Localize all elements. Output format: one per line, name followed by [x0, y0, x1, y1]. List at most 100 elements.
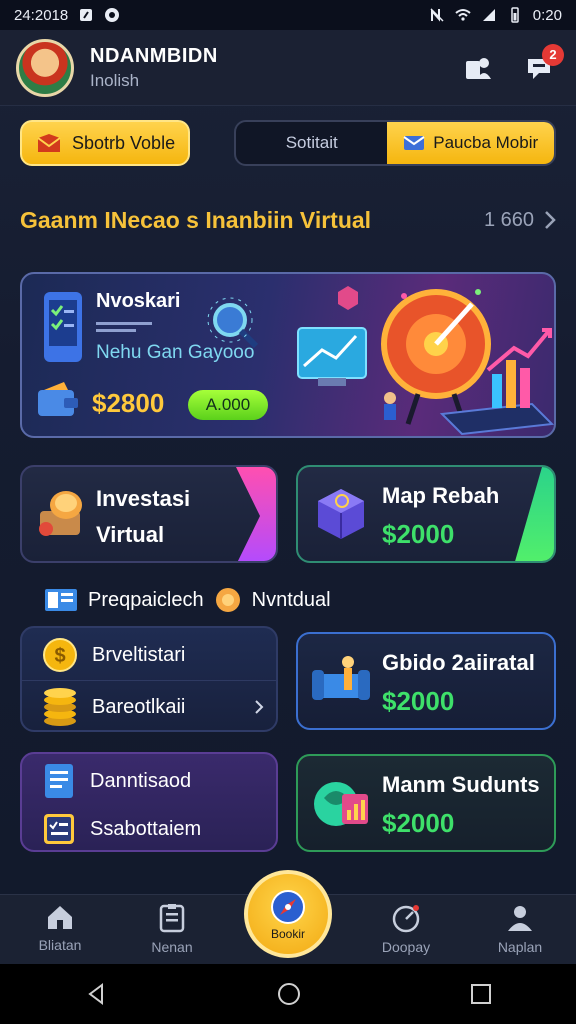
investasi-virtual-card[interactable]: Investasi Virtual — [20, 465, 278, 563]
status-time: 24:2018 — [14, 6, 69, 24]
text-lines-decoration — [96, 322, 152, 332]
nav-center-button[interactable]: Bookir — [244, 870, 332, 958]
students-card[interactable]: Manm Sudunts $2000 — [296, 754, 556, 852]
compass-icon — [271, 890, 305, 924]
user-subtitle: Inolish — [90, 70, 140, 90]
hero-banner[interactable]: Nvoskari Nehu Gan Gayooo $2800 A.000 — [20, 272, 556, 438]
sub-section-header: Preqpaiclech Nvntdual — [44, 584, 331, 616]
gauge-icon — [392, 905, 420, 933]
coin-stack-icon — [44, 688, 76, 726]
user-name: NDANMBIDN — [90, 44, 218, 67]
list-item[interactable]: Bareotlkaii — [22, 682, 276, 732]
back-icon[interactable] — [84, 982, 108, 1006]
status-clock: 0:20 — [532, 6, 562, 24]
section-header: Gaanm INecao s Inanbiin Virtual 1 660 — [20, 200, 556, 240]
profile-card-icon — [466, 57, 491, 79]
recents-icon[interactable] — [470, 983, 492, 1005]
battery-icon — [511, 7, 519, 23]
list-item-label: Danntisaod — [90, 769, 192, 792]
system-navigation-bar — [0, 964, 576, 1024]
primary-action-button[interactable]: Sbotrb Voble — [20, 120, 190, 166]
svg-text:$: $ — [54, 645, 65, 667]
card-title: Investasi Virtual — [96, 481, 190, 553]
card-title-line: Virtual — [96, 522, 165, 547]
hero-amount: $2800 — [92, 388, 165, 418]
card-accent — [514, 467, 554, 561]
wifi-icon — [455, 9, 471, 21]
user-icon — [508, 906, 532, 931]
chevron-right-icon — [255, 700, 264, 714]
app-header: NDANMBIDN Inolish 2 — [0, 30, 576, 106]
card-amount: $2000 — [382, 519, 455, 549]
list-item[interactable]: Danntisaod — [22, 756, 276, 806]
nav-item-pay[interactable]: Doopay — [356, 903, 456, 963]
card-title: Gbido 2aiiratal — [382, 650, 535, 675]
hero-illustration — [297, 286, 554, 436]
nav-item-tasks[interactable]: Nenan — [122, 903, 222, 963]
card-amount: $2000 — [382, 686, 455, 716]
divider — [22, 680, 276, 681]
segment-label: Paucba Mobir — [433, 133, 539, 152]
user-info: NDANMBIDN Inolish — [90, 45, 218, 91]
hero-badge[interactable]: A.000 — [188, 390, 268, 420]
sub-section-label: Preqpaiclech — [88, 588, 204, 611]
segmented-control: Sotitait Paucba Mobir — [234, 120, 556, 166]
hero-title: Nvoskari — [96, 290, 181, 312]
mail-icon — [37, 134, 61, 152]
nav-label: Nenan — [151, 939, 193, 955]
top-actions: Sbotrb Voble Sotitait Paucba Mobir — [20, 120, 556, 168]
section-count: 1 660 — [483, 208, 534, 231]
nav-item-home[interactable]: Bliatan — [10, 903, 110, 963]
status-bar: 24:2018 0:20 — [0, 0, 576, 30]
card-title-line: Investasi — [96, 486, 191, 511]
list-item-label: Bareotlkaii — [92, 695, 186, 718]
map-chart-icon — [314, 782, 368, 826]
nav-label: Bookir — [270, 927, 305, 941]
notifications-button[interactable]: 2 — [520, 43, 564, 88]
segment-label: Sotitait — [285, 133, 338, 152]
nav-item-profile[interactable]: Naplan — [470, 903, 570, 963]
map-rebah-card[interactable]: Map Rebah $2000 — [296, 465, 556, 563]
nav-label: Naplan — [497, 939, 543, 955]
cube-box-icon — [318, 489, 364, 539]
dollar-coin-icon: $ — [43, 638, 77, 672]
document-list-card: Danntisaod Ssabottaiem — [20, 752, 278, 852]
sofa-character-icon — [312, 656, 370, 700]
primary-action-label: Sbotrb Voble — [72, 132, 176, 153]
nfc-off-icon — [430, 8, 444, 22]
home-icon — [48, 906, 72, 929]
sync-icon — [105, 8, 120, 22]
balance-list-card: $ Brveltistari Bareotlkaii — [20, 626, 278, 732]
checklist-icon — [44, 814, 74, 844]
list-item[interactable]: Ssabottaiem — [22, 804, 276, 854]
segment-option-1[interactable]: Sotitait — [236, 122, 387, 164]
nav-label: Bliatan — [38, 937, 82, 953]
card-title: Manm Sudunts — [382, 772, 540, 797]
wallet-icon — [38, 382, 78, 416]
chevron-right-icon — [545, 211, 556, 229]
avatar[interactable] — [16, 38, 74, 97]
profile-button[interactable] — [458, 48, 498, 88]
document-icon — [45, 764, 73, 798]
card-amount: $2000 — [382, 808, 455, 838]
card-title: Map Rebah — [382, 483, 500, 508]
signal-icon — [482, 9, 495, 21]
book-icon — [45, 589, 77, 611]
phone-checklist-icon — [44, 292, 82, 362]
segment-option-2[interactable]: Paucba Mobir — [387, 122, 554, 164]
mail-icon — [403, 136, 425, 150]
list-item-label: Ssabottaiem — [90, 817, 202, 840]
clipboard-icon — [159, 904, 185, 933]
hero-subtitle: Nehu Gan Gayooo — [96, 342, 255, 363]
list-item-label: Brveltistari — [92, 643, 186, 666]
app-notification-icon — [80, 9, 93, 21]
home-circle-icon[interactable] — [276, 981, 302, 1007]
nav-label: Doopay — [381, 939, 431, 955]
list-item[interactable]: $ Brveltistari — [22, 630, 276, 680]
coin-stack-icon — [39, 491, 82, 536]
section-see-all[interactable]: 1 660 — [484, 209, 556, 232]
guide-card[interactable]: Gbido 2aiiratal $2000 — [296, 632, 556, 730]
card-accent — [236, 467, 276, 561]
notification-badge: 2 — [542, 43, 564, 66]
sub-section-label: Nvntdual — [251, 588, 331, 611]
